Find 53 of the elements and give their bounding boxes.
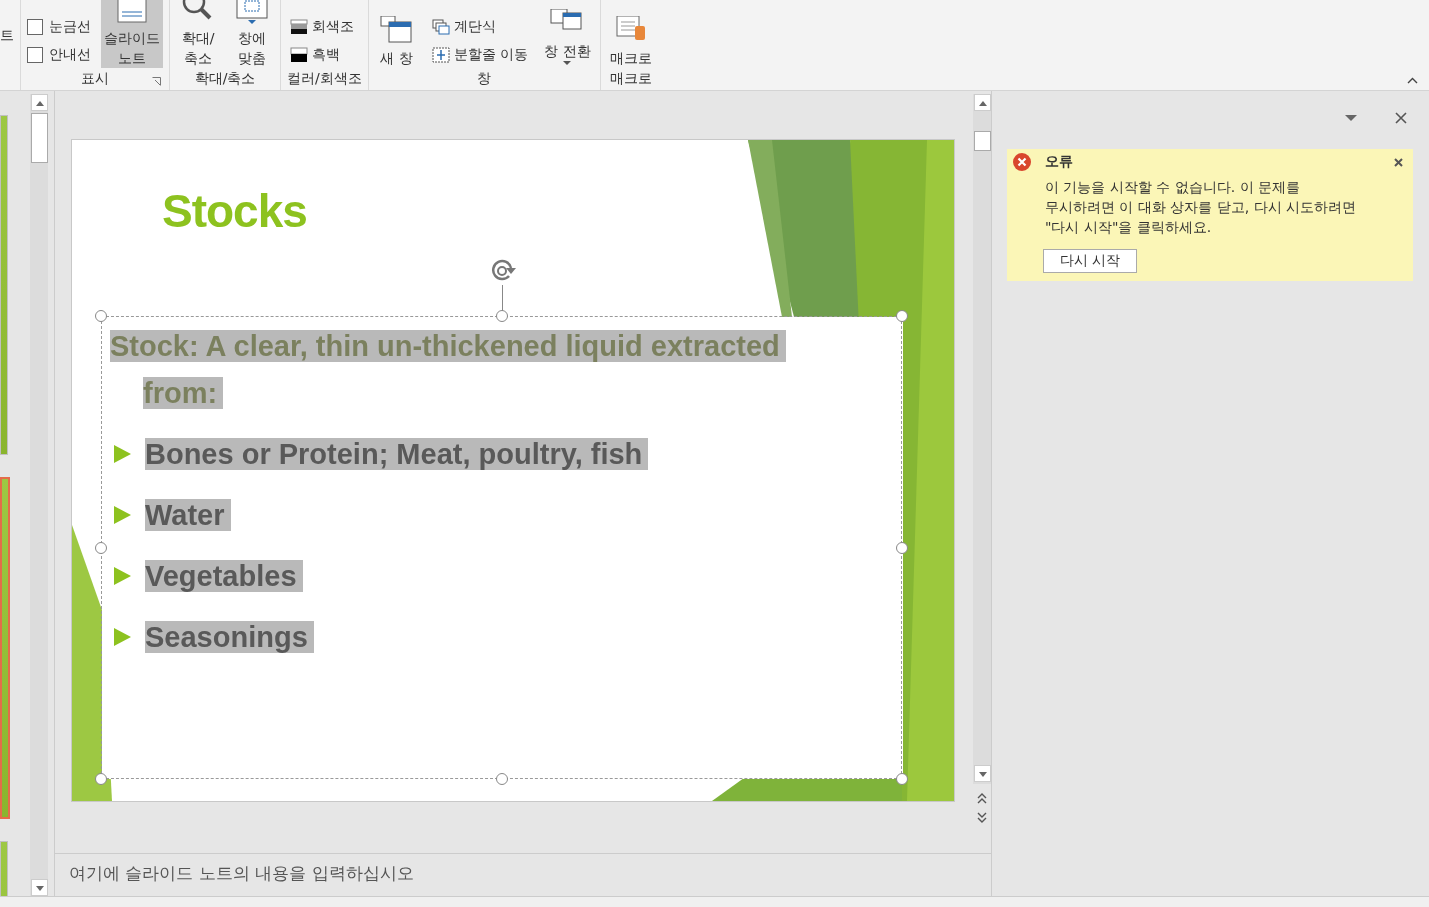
bullet-icon xyxy=(114,506,131,524)
collapse-ribbon-icon[interactable] xyxy=(1407,77,1418,84)
scroll-up-icon[interactable] xyxy=(30,94,48,111)
bullet-icon xyxy=(114,445,131,463)
ribbon-button[interactable]: 회색조 xyxy=(287,16,357,38)
ribbon-button[interactable]: 창에 맞춤 xyxy=(230,0,274,68)
ribbon-button[interactable]: 창 전환 xyxy=(541,9,594,68)
dialog-launcher-icon[interactable] xyxy=(152,77,161,86)
previous-slide-icon[interactable] xyxy=(977,792,987,804)
bullet-icon xyxy=(114,628,131,646)
group-label: 표시 xyxy=(81,70,109,88)
group-label: 확대/축소 xyxy=(194,70,256,88)
error-title: 오류 xyxy=(1045,153,1074,171)
ribbon-button[interactable]: 확대/ 축소 xyxy=(176,0,220,68)
ribbon-button[interactable]: 매크로 xyxy=(606,16,655,68)
ribbon-button[interactable]: 계단식 xyxy=(428,16,532,38)
scroll-down-icon[interactable] xyxy=(973,765,991,782)
group-label: 매크로 xyxy=(609,70,652,88)
group-label: 창 xyxy=(477,70,492,88)
error-message: "다시 시작"을 클릭하세요. xyxy=(1045,218,1213,237)
dropdown-icon[interactable] xyxy=(1345,114,1357,122)
ribbon-button[interactable]: 슬라이드 노트 xyxy=(101,0,163,68)
group-label: 컬러/회색조 xyxy=(287,70,362,88)
slide-thumbnail[interactable] xyxy=(0,115,8,455)
notes-page-icon xyxy=(114,0,150,26)
text-placeholder[interactable]: Stock: A clear, thin un-thickened liquid extracted from: Bones or Protein; Meat, poultry, fish Water Vegetables Seasonings xyxy=(102,317,903,779)
scroll-thumb[interactable] xyxy=(30,113,48,163)
error-icon xyxy=(1013,153,1031,171)
resize-handle[interactable] xyxy=(95,310,107,322)
bullet-icon xyxy=(114,567,131,585)
scrollbar[interactable] xyxy=(973,94,991,784)
scroll-thumb[interactable] xyxy=(973,131,991,151)
shades-icon xyxy=(290,19,308,35)
close-icon[interactable] xyxy=(1395,112,1407,124)
split-move-icon xyxy=(431,47,450,63)
slide-thumbnail[interactable] xyxy=(0,477,10,819)
restart-button[interactable]: 다시 시작 xyxy=(1043,249,1138,273)
ribbon-button[interactable]: 분할줄 이동 xyxy=(428,44,532,66)
scroll-down-icon[interactable] xyxy=(30,879,48,896)
scrollbar[interactable] xyxy=(30,94,48,896)
next-slide-icon[interactable] xyxy=(977,812,987,824)
contrast-icon xyxy=(290,47,308,63)
close-icon[interactable] xyxy=(1394,157,1403,167)
ribbon-button[interactable]: 새 창 xyxy=(374,16,419,68)
ribbon-tab-fragment: 트 xyxy=(0,27,14,45)
error-message: 이 기능을 시작할 수 없습니다. 이 문제를 xyxy=(1045,178,1302,197)
ribbon-button[interactable]: 흑백 xyxy=(287,44,357,66)
checkbox-option[interactable]: 안내선 xyxy=(27,44,91,66)
scroll-up-icon[interactable] xyxy=(973,94,991,111)
new-window-icon xyxy=(378,16,415,46)
checkbox-option[interactable]: 눈금선 xyxy=(27,16,91,38)
error-message: 무시하려면 이 대화 상자를 닫고, 다시 시도하려면 xyxy=(1045,198,1358,217)
cascade-icon xyxy=(431,19,450,35)
